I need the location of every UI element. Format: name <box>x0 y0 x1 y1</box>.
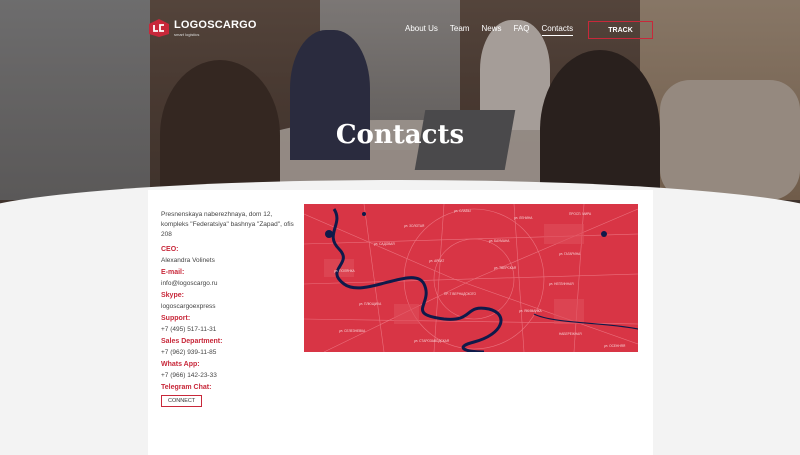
nav-about-us[interactable]: About Us <box>405 24 438 36</box>
skype-value[interactable]: logoscargoexpress <box>161 303 301 310</box>
map-label: ул. СЛАВЫ <box>454 209 471 213</box>
map-label: ул. ПОЛЯНКА <box>334 269 355 273</box>
map-label: ул. АРБАТ <box>429 259 445 263</box>
map-label: ул. ЛЕНИНА <box>514 216 533 220</box>
whatsapp-value[interactable]: +7 (966) 142-23-33 <box>161 372 301 379</box>
ceo-label: CEO: <box>161 246 179 253</box>
hero-banner <box>0 0 800 215</box>
map-label: ул. ПЛЮЩИХА <box>359 302 382 306</box>
map-label: ПР-Т ВЕРНАДСКОГО <box>444 292 477 296</box>
connect-button[interactable]: CONNECT <box>161 395 203 407</box>
map-label: ул. САДОВАЯ <box>374 242 395 246</box>
contacts-card: Presnenskaya naberezhnaya, dom 12, kompl… <box>148 190 653 455</box>
skype-label: Skype: <box>161 292 184 299</box>
map-label: ул. БАУМАНА <box>489 239 510 243</box>
nav-contacts[interactable]: Contacts <box>541 24 574 36</box>
nav-team[interactable]: Team <box>450 24 470 36</box>
support-label: Support: <box>161 315 191 322</box>
telegram-label: Telegram Chat: <box>161 384 212 391</box>
logo-tagline: smart logistics <box>174 31 200 37</box>
main-nav: About Us Team News FAQ Contacts <box>405 24 585 36</box>
map-label: ул. ЗОЛОТАЯ <box>404 224 425 228</box>
support-value[interactable]: +7 (495) 517-11-31 <box>161 326 301 333</box>
map-label: ул. ОСЕННЯЯ <box>604 344 626 348</box>
map-label: ул. ТВЕРСКАЯ <box>494 266 517 270</box>
address: Presnenskaya naberezhnaya, dom 12, kompl… <box>161 211 294 238</box>
email-value[interactable]: info@logoscargo.ru <box>161 280 301 287</box>
track-button[interactable]: TRACK <box>588 21 653 39</box>
map-label: НАБЕРЕЖНАЯ <box>559 332 582 336</box>
map[interactable]: ул. СЛАВЫ ул. ЛЕНИНА ПРОСП. МИРА ул. ЗОЛ… <box>304 204 638 352</box>
whatsapp-label: Whats App: <box>161 361 200 368</box>
sales-label: Sales Department: <box>161 338 223 345</box>
logo[interactable]: LOGOSCARGO smart logistics <box>148 18 257 38</box>
map-label: ул. ГАГАРИНА <box>559 252 581 256</box>
ceo-value: Alexandra Volinets <box>161 257 215 264</box>
map-label: ул. НЕГЛИННАЯ <box>549 282 574 286</box>
map-label: ул. ЯКИМАНКА <box>519 309 542 313</box>
contact-info: Presnenskaya naberezhnaya, dom 12, kompl… <box>161 210 301 407</box>
sales-value[interactable]: +7 (962) 939-11-85 <box>161 349 301 356</box>
map-label: ПРОСП. МИРА <box>569 212 592 216</box>
page-title: Contacts <box>335 120 465 151</box>
logo-icon <box>148 18 170 38</box>
map-label: ул. СТАРОЗАВОДСКАЯ <box>414 339 450 343</box>
logo-name: LOGOSCARGO <box>174 18 257 31</box>
nav-news[interactable]: News <box>481 24 501 36</box>
map-label: ул. СЕЛЕЗНЕВКА <box>339 329 366 333</box>
nav-faq[interactable]: FAQ <box>513 24 529 36</box>
email-label: E-mail: <box>161 269 185 276</box>
